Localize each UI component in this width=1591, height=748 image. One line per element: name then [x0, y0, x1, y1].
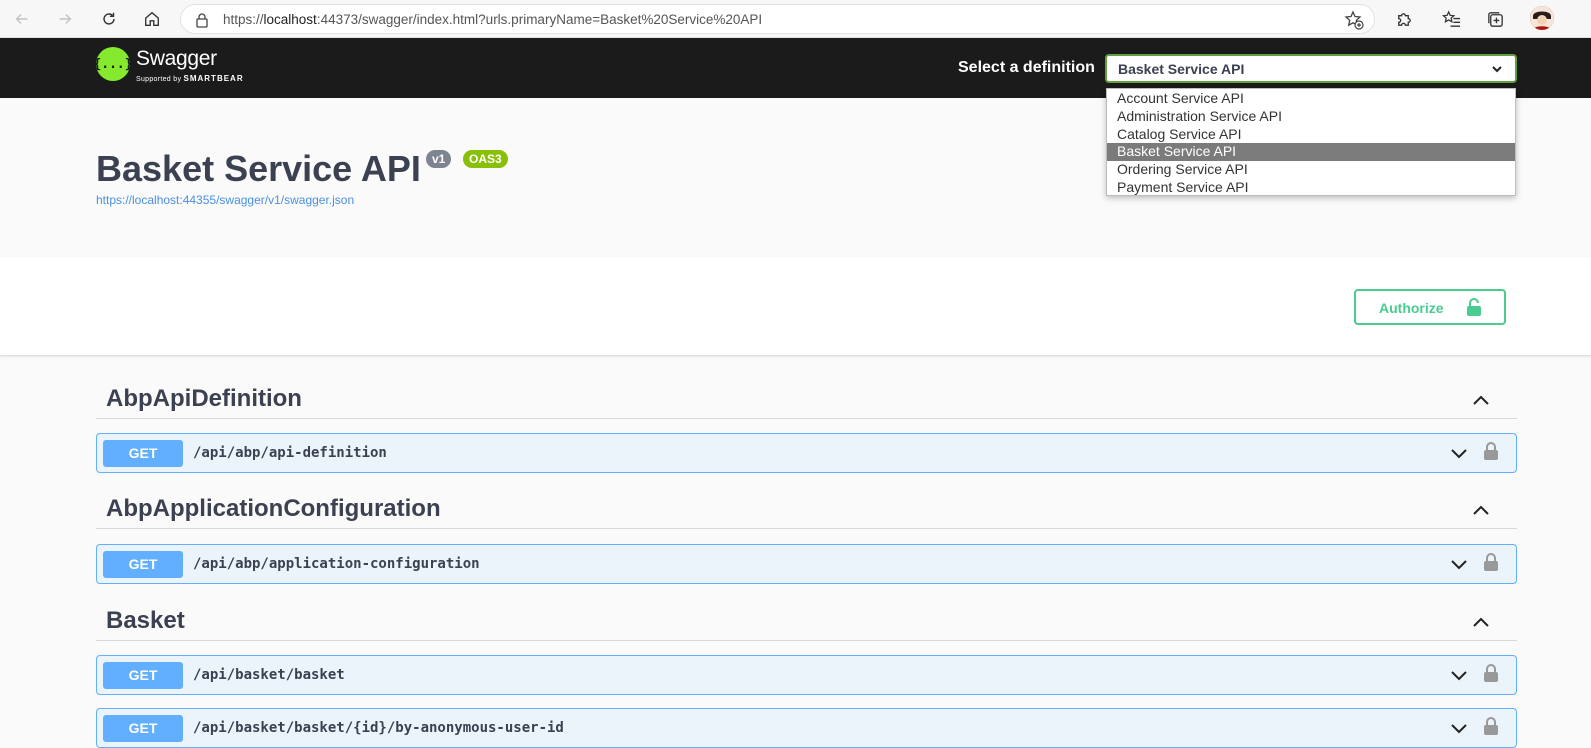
- version-badge: v1: [426, 150, 452, 168]
- profile-avatar[interactable]: [1530, 6, 1554, 30]
- definition-select[interactable]: Basket Service API: [1105, 54, 1517, 83]
- operation-row[interactable]: GET /api/abp/application-configuration: [96, 544, 1517, 584]
- operation-row[interactable]: GET /api/basket/basket: [96, 655, 1517, 695]
- definition-option[interactable]: Administration Service API: [1107, 108, 1515, 126]
- definition-label: Select a definition: [958, 59, 1095, 76]
- logo-sub-brand: SMARTBEAR: [183, 74, 244, 83]
- operation-row[interactable]: GET /api/basket/basket/{id}/by-anonymous…: [96, 708, 1517, 748]
- api-title: Basket Service API: [96, 148, 421, 189]
- method-badge: GET: [103, 662, 183, 689]
- chevron-down-icon[interactable]: [1450, 722, 1468, 734]
- url-text[interactable]: https://localhost:44373/swagger/index.ht…: [223, 12, 762, 27]
- chevron-down-icon[interactable]: [1450, 558, 1468, 570]
- back-icon[interactable]: [12, 9, 32, 29]
- tag-title: AbpApiDefinition: [106, 385, 302, 412]
- method-badge: GET: [103, 551, 183, 578]
- operation-path: /api/basket/basket/{id}/by-anonymous-use…: [193, 720, 564, 736]
- definition-dropdown-list: Account Service API Administration Servi…: [1106, 88, 1516, 196]
- definition-select-value: Basket Service API: [1118, 61, 1245, 77]
- operation-path: /api/abp/api-definition: [193, 445, 387, 461]
- refresh-icon[interactable]: [99, 9, 119, 29]
- browser-toolbar: https://localhost:44373/swagger/index.ht…: [0, 0, 1591, 38]
- definition-option[interactable]: Account Service API: [1107, 90, 1515, 108]
- authorize-button[interactable]: Authorize: [1354, 289, 1506, 325]
- chevron-down-icon[interactable]: [1450, 669, 1468, 681]
- lock-icon[interactable]: [1484, 442, 1498, 460]
- swagger-logo-icon: {...}: [93, 47, 133, 81]
- url-rest: :44373/swagger/index.html?urls.primaryNa…: [316, 12, 763, 27]
- swagger-json-link[interactable]: https://localhost:44355/swagger/v1/swagg…: [96, 193, 354, 207]
- definition-option-selected[interactable]: Basket Service API: [1107, 143, 1515, 162]
- authorize-label: Authorize: [1379, 300, 1444, 316]
- chevron-down-icon[interactable]: [1450, 447, 1468, 459]
- lock-icon[interactable]: [195, 12, 209, 28]
- lock-icon[interactable]: [1484, 717, 1498, 735]
- definition-option[interactable]: Payment Service API: [1107, 179, 1515, 197]
- add-favorite-icon[interactable]: [1344, 10, 1364, 30]
- method-badge: GET: [103, 440, 183, 467]
- favorites-icon[interactable]: [1440, 8, 1462, 30]
- address-bar[interactable]: https://localhost:44373/swagger/index.ht…: [180, 4, 1375, 34]
- tag-section-header[interactable]: AbpApplicationConfiguration: [96, 493, 1517, 529]
- chevron-down-icon: [1492, 66, 1502, 73]
- logo-subtitle: Supported by SMARTBEAR: [136, 74, 244, 83]
- definition-option[interactable]: Catalog Service API: [1107, 126, 1515, 144]
- logo-title: Swagger: [136, 47, 217, 70]
- lock-icon[interactable]: [1484, 664, 1498, 682]
- extensions-icon[interactable]: [1392, 8, 1414, 30]
- lock-icon[interactable]: [1484, 553, 1498, 571]
- swagger-logo[interactable]: {...} Swagger Supported by SMARTBEAR: [93, 47, 244, 83]
- oas-badge: OAS3: [463, 150, 508, 168]
- url-prefix: https://: [223, 12, 264, 27]
- tag-section-header[interactable]: AbpApiDefinition: [96, 383, 1517, 419]
- operation-path: /api/abp/application-configuration: [193, 556, 480, 572]
- definition-option[interactable]: Ordering Service API: [1107, 161, 1515, 179]
- operation-path: /api/basket/basket: [193, 667, 345, 683]
- tag-title: AbpApplicationConfiguration: [106, 495, 441, 522]
- home-icon[interactable]: [142, 9, 162, 29]
- chevron-up-icon[interactable]: [1471, 393, 1491, 407]
- logo-sub-prefix: Supported by: [136, 76, 184, 83]
- method-badge: GET: [103, 715, 183, 742]
- tag-title: Basket: [106, 607, 185, 634]
- collections-icon[interactable]: [1484, 8, 1506, 30]
- unlocked-icon: [1467, 298, 1481, 316]
- url-host: localhost: [263, 12, 317, 27]
- chevron-up-icon[interactable]: [1471, 615, 1491, 629]
- tag-section-header[interactable]: Basket: [96, 605, 1517, 641]
- operation-row[interactable]: GET /api/abp/api-definition: [96, 433, 1517, 473]
- forward-icon[interactable]: [55, 9, 75, 29]
- scheme-container: Authorize: [0, 258, 1591, 356]
- chevron-up-icon[interactable]: [1471, 503, 1491, 517]
